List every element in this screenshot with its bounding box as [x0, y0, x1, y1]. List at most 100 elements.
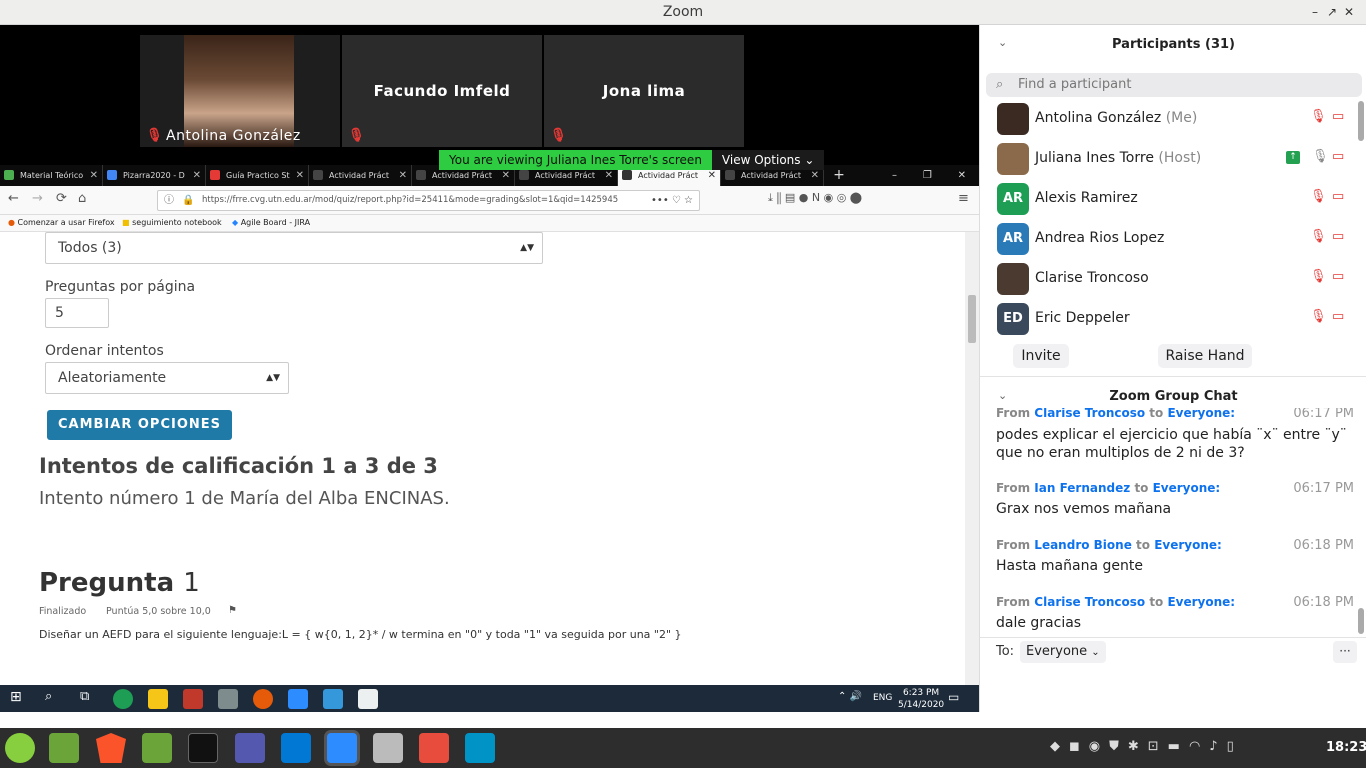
monitor-icon[interactable] [465, 733, 495, 763]
zoom-icon[interactable] [327, 733, 357, 763]
notification-icon[interactable]: ▭ [948, 690, 959, 704]
teams-icon[interactable] [235, 733, 265, 763]
order-select[interactable]: Aleatoriamente ▲▼ [45, 362, 289, 394]
chat-meta: From Clarise Troncoso to Everyone: [996, 595, 1235, 609]
scrollbar-thumb[interactable] [968, 295, 976, 343]
clock[interactable]: 18:23 [1326, 740, 1366, 755]
to-label: to [1136, 538, 1151, 552]
muted-mic-icon: 🎙 [1310, 229, 1327, 244]
close-button[interactable]: ✕ [1338, 0, 1360, 25]
tab-label: Guía Practico St [226, 171, 290, 180]
participant-row[interactable]: AR Alexis Ramirez 🎙 ▭ [980, 179, 1358, 219]
photos-icon[interactable] [323, 689, 343, 709]
participant-row[interactable]: Antolina González (Me) 🎙 ▭ [980, 99, 1358, 139]
per-page-input[interactable]: 5 [45, 298, 109, 328]
page-scrollbar[interactable] [965, 232, 979, 685]
search-icon[interactable]: ⌕ [45, 689, 52, 704]
reload-icon[interactable]: ⟳ [56, 191, 67, 206]
tab-close-icon[interactable]: ✕ [90, 165, 98, 186]
win-time: 6:23 PM [902, 688, 940, 698]
win-clock[interactable]: 6:23 PM 5/14/2020 [898, 687, 944, 711]
chat-meta: From Leandro Bione to Everyone: [996, 538, 1222, 552]
from-label: From [996, 595, 1031, 609]
new-tab-button[interactable]: + [824, 165, 854, 186]
toolbar-icons[interactable]: ⤓ ⫼ ▤ ● N ◉ ◎ ⬤ [768, 191, 862, 205]
page-actions-icon[interactable]: ••• ♡ ☆ [651, 191, 693, 210]
tab-close-icon[interactable]: ✕ [296, 165, 304, 186]
browser-close-icon[interactable]: ✕ [958, 165, 966, 186]
browser-tab[interactable]: Pizarra2020 - D ✕ [103, 165, 206, 186]
view-options-button[interactable]: View Options ⌄ [711, 150, 825, 170]
participant-search-input[interactable]: ⌕ Find a participant [986, 73, 1362, 97]
chat-scrollbar[interactable] [1358, 608, 1364, 634]
info-icon[interactable]: ⓘ [164, 191, 174, 210]
video-tile[interactable]: 🎙 Antolina González [140, 35, 340, 147]
app-icon[interactable] [183, 689, 203, 709]
menu-icon[interactable]: ≡ [958, 191, 969, 206]
avatar: AR [997, 183, 1029, 215]
chat-more-button[interactable]: ··· [1333, 641, 1357, 663]
windows-start-icon[interactable]: ⊞ [10, 689, 22, 705]
vscode-icon[interactable] [281, 733, 311, 763]
participant-row[interactable]: Clarise Troncoso 🎙 ▭ [980, 259, 1358, 299]
folder-icon[interactable] [49, 733, 79, 763]
change-options-button[interactable]: CAMBIAR OPCIONES [47, 410, 232, 440]
bookmark[interactable]: ◆ Agile Board - JIRA [232, 215, 310, 231]
chat-time: 06:18 PM [1293, 538, 1354, 553]
brave-icon[interactable] [96, 733, 126, 763]
file-explorer-icon[interactable] [148, 689, 168, 709]
zoom-icon[interactable] [288, 689, 308, 709]
participant-row[interactable]: ED Eric Deppeler 🎙 ▭ [980, 299, 1358, 339]
participants-scrollbar[interactable] [1358, 101, 1364, 141]
chat-recipient-select[interactable]: Everyone ⌄ [1020, 641, 1106, 663]
url-bar[interactable]: ⓘ 🔒 https://frre.cvg.utn.edu.ar/mod/quiz… [157, 190, 700, 211]
video-tile[interactable]: Facundo Imfeld 🎙 [342, 35, 542, 147]
bookmark[interactable]: ■ seguimiento notebook [122, 215, 222, 231]
browser-tab[interactable]: Material Teórico ✕ [0, 165, 103, 186]
bookmark[interactable]: ● Comenzar a usar Firefox [8, 215, 115, 231]
mint-menu-icon[interactable] [5, 733, 35, 763]
participant-row[interactable]: Juliana Ines Torre (Host) ↑ 🎙 ▭ [980, 139, 1358, 179]
viewing-notice: You are viewing Juliana Ines Torre's scr… [439, 150, 712, 170]
video-tile[interactable]: Jona lima 🎙 [544, 35, 744, 147]
tab-close-icon[interactable]: ✕ [193, 165, 201, 186]
files-icon[interactable] [142, 733, 172, 763]
share-banner: You are viewing Juliana Ines Torre's scr… [439, 150, 825, 170]
back-icon[interactable]: ← [8, 191, 19, 206]
forward-icon[interactable]: → [32, 191, 43, 206]
flag-icon[interactable]: ⚑ [228, 605, 237, 616]
tray-icons[interactable]: ◆◼◉⛊✱⊡▬◠♪▯ [1050, 739, 1243, 754]
attempts-heading: Intentos de calificación 1 a 3 de 3 [39, 454, 438, 478]
select-arrow-icon: ▲▼ [266, 373, 280, 383]
screenshot-icon[interactable] [373, 733, 403, 763]
terminal-icon[interactable] [188, 733, 218, 763]
firefox-icon[interactable] [253, 689, 273, 709]
tab-close-icon[interactable]: ✕ [399, 165, 407, 186]
browser-tab[interactable]: Actividad Práct ✕ [309, 165, 412, 186]
browser-tab[interactable]: Guía Practico St ✕ [206, 165, 309, 186]
participant-row[interactable]: AR Andrea Rios Lopez 🎙 ▭ [980, 219, 1358, 259]
browser-minimize-icon[interactable]: – [892, 165, 897, 186]
app-icon[interactable] [218, 689, 238, 709]
system-tray-icons[interactable]: ⌃ 🔊 [838, 691, 862, 702]
avatar: AR [997, 223, 1029, 255]
jira-icon: ◆ [232, 218, 239, 227]
participant-name: Antolina González (Me) [1035, 110, 1197, 126]
muted-mic-icon: 🎙 [1310, 109, 1327, 124]
app-icon[interactable] [419, 733, 449, 763]
invite-button[interactable]: Invite [1013, 344, 1069, 368]
select-arrow-icon: ▲▼ [520, 243, 534, 253]
to-label: To: [996, 644, 1015, 659]
language-indicator[interactable]: ENG [873, 693, 892, 703]
filter-select[interactable]: Todos (3) ▲▼ [45, 232, 543, 264]
task-view-icon[interactable]: ⧉ [80, 689, 89, 704]
video-name: Jona lima [602, 82, 686, 100]
browser-window-controls: – ❐ ✕ [879, 165, 979, 186]
home-icon[interactable]: ⌂ [78, 191, 86, 206]
raise-hand-button[interactable]: Raise Hand [1158, 344, 1252, 368]
desktop-panel: ◆◼◉⛊✱⊡▬◠♪▯ 18:23 [0, 728, 1366, 768]
browser-restore-icon[interactable]: ❐ [923, 165, 932, 186]
java-icon[interactable] [358, 689, 378, 709]
hangouts-icon[interactable] [113, 689, 133, 709]
muted-mic-icon: 🎙 [550, 128, 568, 143]
